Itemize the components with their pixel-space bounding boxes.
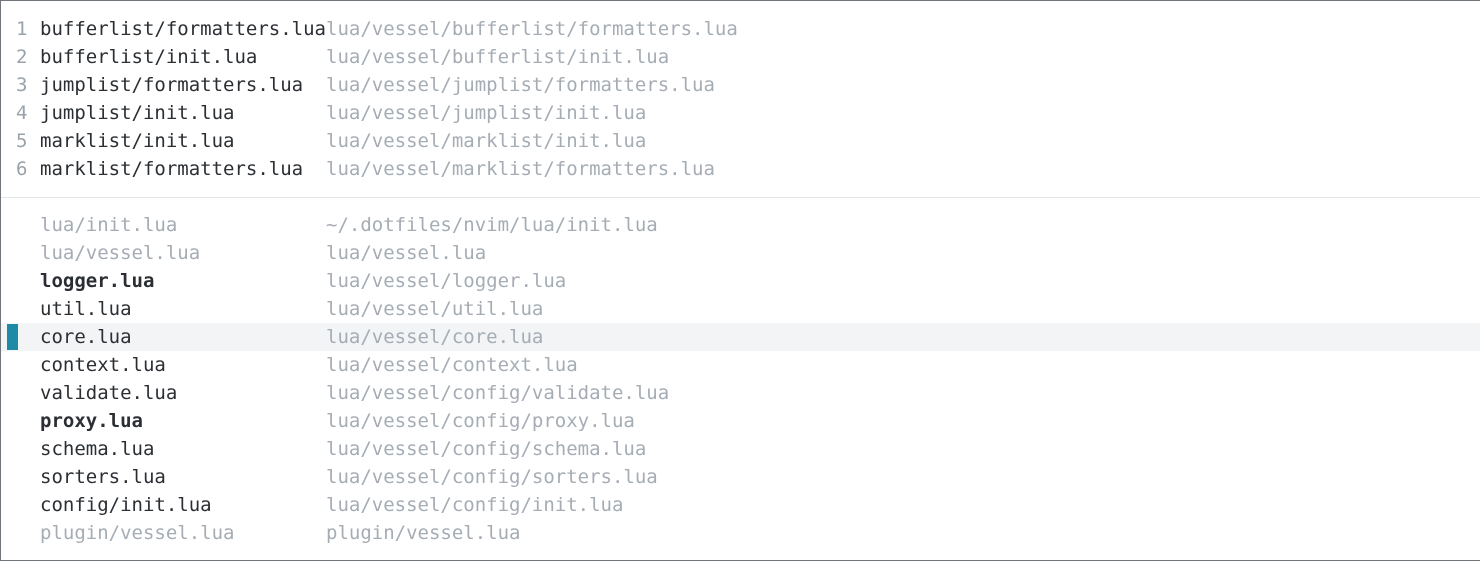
buffer-row[interactable]: util.lua lua/vessel/util.lua	[1, 295, 1480, 323]
buffer-name: marklist/formatters.lua	[40, 158, 304, 180]
buffer-name: config/init.lua	[40, 494, 212, 516]
buffer-path: lua/vessel/jumplist/init.lua	[326, 102, 647, 124]
pinned-row-number: 3	[16, 74, 28, 96]
buffer-list-window: 1 bufferlist/formatters.lua lua/vessel/b…	[0, 0, 1480, 561]
buffer-path: lua/vessel/config/init.lua	[326, 494, 624, 516]
buffer-row[interactable]: config/init.lua lua/vessel/config/init.l…	[1, 491, 1480, 519]
pinned-row[interactable]: 2 bufferlist/init.lua lua/vessel/bufferl…	[1, 43, 1480, 71]
buffer-path: ~/.dotfiles/nvim/lua/init.lua	[326, 214, 658, 236]
buffer-path: lua/vessel/context.lua	[326, 354, 578, 376]
pinned-row-number: 5	[16, 130, 28, 152]
buffer-name: plugin/vessel.lua	[40, 522, 235, 544]
buffer-path: lua/vessel/config/sorters.lua	[326, 466, 658, 488]
buffer-path: plugin/vessel.lua	[326, 522, 521, 544]
buffer-name: proxy.lua	[40, 410, 143, 432]
pinned-row-number: 2	[16, 46, 28, 68]
buffer-name: marklist/init.lua	[40, 130, 235, 152]
buffer-path: lua/vessel/bufferlist/init.lua	[326, 46, 670, 68]
buffer-path: lua/vessel/config/schema.lua	[326, 438, 647, 460]
pinned-row-number: 6	[16, 158, 28, 180]
buffer-row[interactable]: proxy.lua lua/vessel/config/proxy.lua	[1, 407, 1480, 435]
buffer-name: validate.lua	[40, 382, 178, 404]
buffer-path: lua/vessel/marklist/init.lua	[326, 130, 647, 152]
buffer-name: lua/vessel.lua	[40, 242, 201, 264]
buffer-name: util.lua	[40, 298, 132, 320]
buffer-path: lua/vessel/core.lua	[326, 326, 544, 348]
buffer-row[interactable]: validate.lua lua/vessel/config/validate.…	[1, 379, 1480, 407]
buffer-name: core.lua	[40, 326, 132, 348]
pinned-buffers-section: 1 bufferlist/formatters.lua lua/vessel/b…	[1, 15, 1480, 183]
pinned-row-number: 1	[16, 18, 28, 40]
buffer-row-selected[interactable]: core.lua lua/vessel/core.lua	[1, 323, 1480, 351]
buffer-name: context.lua	[40, 354, 166, 376]
pinned-row-number: 4	[16, 102, 28, 124]
buffer-row[interactable]: schema.lua lua/vessel/config/schema.lua	[1, 435, 1480, 463]
buffer-name: jumplist/init.lua	[40, 102, 235, 124]
buffer-name: sorters.lua	[40, 466, 166, 488]
pinned-row[interactable]: 5 marklist/init.lua lua/vessel/marklist/…	[1, 127, 1480, 155]
pinned-row[interactable]: 3 jumplist/formatters.lua lua/vessel/jum…	[1, 71, 1480, 99]
pinned-row[interactable]: 4 jumplist/init.lua lua/vessel/jumplist/…	[1, 99, 1480, 127]
buffer-row[interactable]: context.lua lua/vessel/context.lua	[1, 351, 1480, 379]
buffer-path: lua/vessel/bufferlist/formatters.lua	[326, 18, 738, 40]
buffer-row[interactable]: lua/vessel.lua lua/vessel.lua	[1, 239, 1480, 267]
buffer-name: schema.lua	[40, 438, 155, 460]
buffer-name: logger.lua	[40, 270, 155, 292]
buffer-name: bufferlist/formatters.lua	[40, 18, 326, 40]
buffer-path: lua/vessel.lua	[326, 242, 487, 264]
pinned-row[interactable]: 1 bufferlist/formatters.lua lua/vessel/b…	[1, 15, 1480, 43]
buffer-name: lua/init.lua	[40, 214, 178, 236]
buffer-path: lua/vessel/logger.lua	[326, 270, 567, 292]
buffer-row[interactable]: sorters.lua lua/vessel/config/sorters.lu…	[1, 463, 1480, 491]
pinned-row[interactable]: 6 marklist/formatters.lua lua/vessel/mar…	[1, 155, 1480, 183]
buffer-path: lua/vessel/jumplist/formatters.lua	[326, 74, 715, 96]
buffer-path: lua/vessel/marklist/formatters.lua	[326, 158, 715, 180]
buffer-name: jumplist/formatters.lua	[40, 74, 304, 96]
buffer-list-section: lua/init.lua ~/.dotfiles/nvim/lua/init.l…	[1, 211, 1480, 547]
buffer-row[interactable]: lua/init.lua ~/.dotfiles/nvim/lua/init.l…	[1, 211, 1480, 239]
section-divider	[1, 197, 1480, 198]
buffer-name: bufferlist/init.lua	[40, 46, 258, 68]
buffer-row[interactable]: logger.lua lua/vessel/logger.lua	[1, 267, 1480, 295]
buffer-path: lua/vessel/config/proxy.lua	[326, 410, 635, 432]
buffer-path: lua/vessel/util.lua	[326, 298, 544, 320]
buffer-path: lua/vessel/config/validate.lua	[326, 382, 670, 404]
buffer-row[interactable]: plugin/vessel.lua plugin/vessel.lua	[1, 519, 1480, 547]
selection-marker	[7, 324, 18, 350]
